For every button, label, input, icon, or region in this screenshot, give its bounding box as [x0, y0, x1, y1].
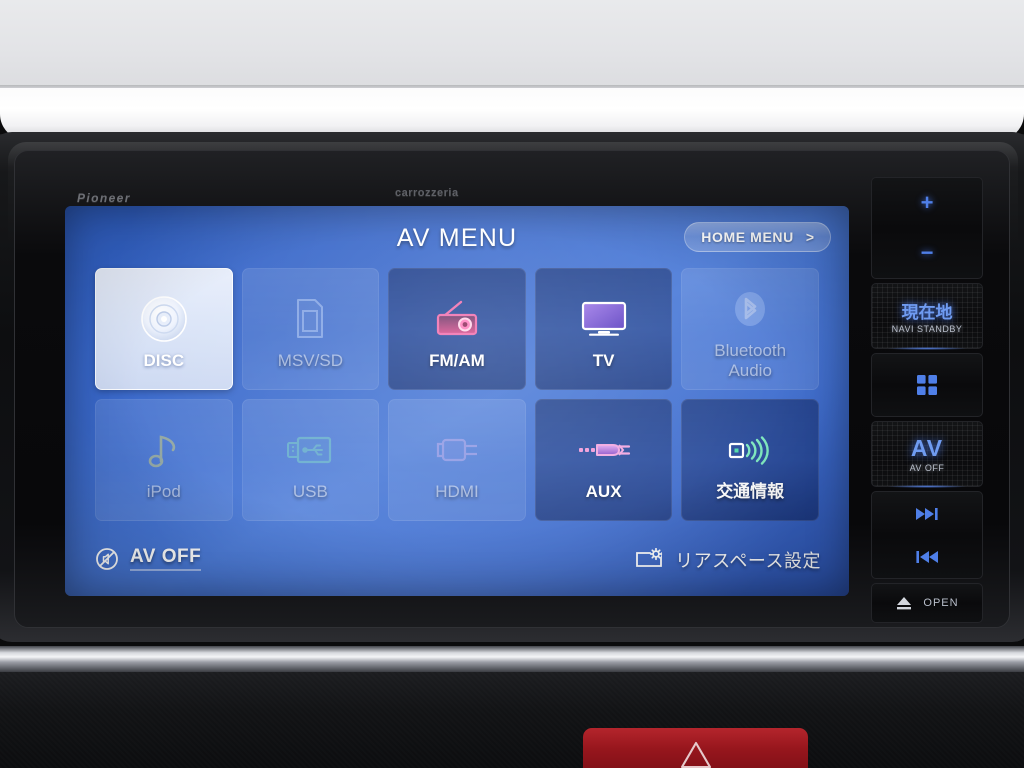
av-off-icon — [95, 547, 119, 571]
tile-label-usb: USB — [292, 482, 328, 501]
grid-apps-icon — [916, 374, 938, 396]
eject-open-button[interactable]: OPEN — [871, 583, 983, 623]
car-dashboard-scene: Pioneer carrozzeria AV MENU HOME MENU > … — [0, 0, 1024, 768]
eject-icon — [895, 595, 913, 611]
volume-down-button[interactable]: − — [921, 240, 934, 266]
open-label: OPEN — [923, 597, 959, 609]
hazard-light-button[interactable] — [583, 728, 808, 768]
tile-hdmi[interactable]: HDMI — [388, 399, 526, 521]
next-track-icon[interactable] — [914, 507, 940, 521]
tile-disc[interactable]: DISC — [95, 268, 233, 390]
volume-up-button[interactable]: + — [921, 190, 934, 216]
lcd-screen[interactable]: AV MENU HOME MENU > DISC MSV/SD FM/AM TV… — [65, 206, 849, 596]
tile-label-bt-audio: Bluetooth Audio — [714, 341, 787, 380]
dashboard-lower-panel — [0, 672, 1024, 768]
rear-screen-gear-icon — [634, 548, 664, 572]
pioneer-logo: Pioneer — [77, 191, 131, 205]
tile-label-fm-am: FM/AM — [429, 351, 485, 370]
radio-icon — [434, 291, 480, 347]
usb-icon — [286, 422, 334, 478]
av-off-button[interactable]: AV OFF — [95, 546, 202, 571]
music-note-icon — [144, 422, 184, 478]
navi-label: 現在地 — [901, 303, 953, 322]
head-unit-face: Pioneer carrozzeria AV MENU HOME MENU > … — [14, 150, 1010, 628]
tile-ipod[interactable]: iPod — [95, 399, 233, 521]
tile-label-hdmi: HDMI — [435, 482, 479, 501]
tile-fm-am[interactable]: FM/AM — [388, 268, 526, 390]
rear-space-settings-button[interactable]: リアスペース設定 — [634, 547, 821, 573]
navi-current-location-button[interactable]: 現在地 NAVI STANDBY — [871, 283, 983, 350]
carrozzeria-logo: carrozzeria — [395, 187, 459, 199]
screen-header: AV MENU HOME MENU > — [65, 220, 849, 260]
hardkey-column: + − 現在地 NAVI STANDBY AV AV OFF OPEN — [871, 177, 983, 623]
disc-icon — [139, 291, 189, 347]
volume-rocker[interactable]: + − — [871, 177, 983, 279]
av-source-button[interactable]: AV AV OFF — [871, 421, 983, 488]
source-tile-grid: DISC MSV/SD FM/AM TV Bluetooth Audio iPod — [95, 268, 819, 521]
tile-label-msv-sd: MSV/SD — [277, 351, 343, 370]
tile-msv-sd[interactable]: MSV/SD — [241, 268, 380, 390]
tile-label-ipod: iPod — [146, 482, 181, 501]
tile-tv[interactable]: TV — [534, 268, 673, 390]
av-off-label: AV OFF — [130, 546, 202, 571]
sd-card-icon — [288, 291, 332, 347]
tile-bt-audio[interactable]: Bluetooth Audio — [681, 268, 819, 390]
tile-label-traffic: 交通情報 — [716, 482, 785, 501]
tile-traffic[interactable]: 交通情報 — [681, 399, 819, 521]
tv-icon — [580, 291, 628, 347]
navi-standby-label: NAVI STANDBY — [891, 324, 963, 334]
home-menu-button[interactable]: HOME MENU > — [684, 222, 831, 252]
chevron-right-icon: > — [805, 229, 814, 245]
home-menu-label: HOME MENU — [701, 229, 794, 245]
track-seek-keys[interactable] — [871, 491, 983, 579]
av-label: AV — [910, 435, 944, 461]
tile-usb[interactable]: USB — [241, 399, 380, 521]
tile-aux[interactable]: AUX — [534, 399, 673, 521]
screen-footer: AV OFF リアスペース設定 — [65, 546, 849, 582]
dashboard-upper-panel — [0, 0, 1024, 88]
tile-label-aux: AUX — [585, 482, 622, 501]
aux-jack-icon — [577, 422, 631, 478]
tile-label-tv: TV — [592, 351, 615, 370]
rear-space-label: リアスペース設定 — [675, 551, 821, 571]
bluetooth-icon — [728, 281, 772, 337]
chrome-trim-strip — [0, 646, 1024, 672]
av-off-hardkey-label: AV OFF — [909, 463, 945, 473]
apps-menu-button[interactable] — [871, 353, 983, 417]
hazard-triangle-icon — [679, 740, 713, 768]
tile-label-disc: DISC — [143, 351, 185, 370]
hdmi-icon — [433, 422, 481, 478]
prev-track-icon[interactable] — [914, 550, 940, 564]
broadcast-icon — [728, 422, 772, 478]
